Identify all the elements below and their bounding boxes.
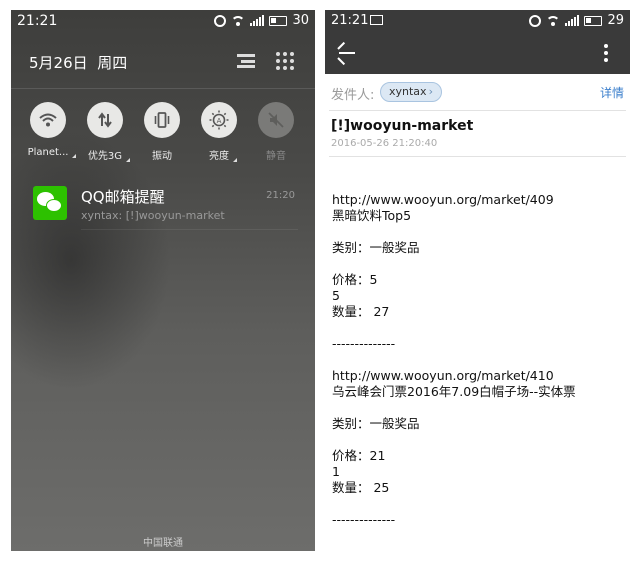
body-line	[332, 224, 622, 240]
carrier-label: 中国联通	[143, 538, 183, 549]
email-view: 21:21 29 发件人: xyntax › 详情 [!]wooyun-marke…	[325, 10, 630, 551]
wechat-icon	[33, 186, 67, 220]
divider	[329, 156, 626, 157]
body-line: http://www.wooyun.org/market/409	[332, 192, 554, 207]
status-bar: 21:21 30	[11, 10, 315, 34]
body-line: 1	[332, 464, 340, 479]
details-link[interactable]: 详情	[600, 84, 624, 101]
body-line: 数量： 25	[332, 480, 390, 495]
quick-toggles: Planet... 优先3G 振动 A 亮度 静音	[28, 102, 295, 162]
sender-label: 发件人:	[331, 88, 375, 103]
brightness-icon: A	[201, 102, 237, 138]
body-line: 数量： 27	[332, 304, 390, 319]
status-bar: 21:21 29	[325, 10, 630, 32]
body-line: 5	[332, 288, 340, 303]
toggle-vibrate[interactable]: 振动	[143, 102, 181, 162]
alarm-icon	[214, 14, 227, 27]
date-display: 5月26日 周四	[29, 52, 127, 73]
body-line: 乌云峰会门票2016年7.09白帽子场--实体票	[332, 384, 576, 399]
body-line: 类别：一般奖品	[332, 416, 420, 431]
body-line	[332, 320, 622, 336]
toggle-label: 优先3G	[88, 147, 131, 162]
battery-level: 30	[292, 13, 309, 28]
more-options-icon[interactable]	[604, 44, 608, 62]
data-transfer-icon	[87, 102, 123, 138]
wifi-icon	[30, 102, 66, 138]
battery-icon	[269, 15, 288, 26]
svg-text:A: A	[217, 117, 222, 125]
toggle-label: 亮度	[209, 147, 237, 162]
sender-row: 发件人: xyntax › 详情	[325, 74, 630, 110]
email-datetime: 2016-05-26 21:20:40	[331, 138, 438, 149]
notification-preview: xyntax: [!]wooyun-market	[81, 209, 225, 222]
body-line: 价格：5	[332, 272, 378, 287]
email-body: http://www.wooyun.org/market/409 黑暗饮料Top…	[332, 192, 622, 528]
menu-icon[interactable]	[237, 54, 255, 68]
notification-shade: 21:21 30 5月26日 周四 Planet... 优先3G 振动 A 亮度…	[11, 10, 315, 551]
signal-icon	[250, 15, 265, 26]
toggle-label: 振动	[152, 151, 172, 162]
body-line	[332, 256, 622, 272]
body-line: --------------	[332, 512, 396, 527]
body-line	[332, 400, 622, 416]
notification-item[interactable]: QQ邮箱提醒 xyntax: [!]wooyun-market 21:20	[11, 182, 315, 230]
body-line: 黑暗饮料Top5	[332, 208, 412, 223]
toggle-mobile-data[interactable]: 优先3G	[86, 102, 131, 162]
status-time: 21:21	[331, 13, 369, 28]
status-time: 21:21	[17, 13, 58, 29]
app-toolbar	[325, 32, 630, 74]
body-line	[332, 352, 622, 368]
notification-time: 21:20	[266, 190, 295, 201]
toggle-brightness[interactable]: A 亮度	[200, 102, 238, 162]
back-arrow-icon[interactable]	[337, 41, 357, 66]
battery-level: 29	[607, 13, 624, 28]
body-line	[332, 496, 622, 512]
battery-icon	[584, 15, 603, 26]
divider	[329, 110, 626, 111]
sender-chip[interactable]: xyntax ›	[380, 82, 442, 102]
divider	[81, 229, 298, 230]
apps-grid-icon[interactable]	[276, 52, 294, 70]
toggle-label: Planet...	[28, 147, 77, 158]
body-line: 价格：21	[332, 448, 386, 463]
wifi-icon	[231, 15, 246, 26]
vibrate-icon	[144, 102, 180, 138]
date-text: 5月26日	[29, 54, 88, 72]
signal-icon	[565, 15, 580, 26]
body-line: 类别：一般奖品	[332, 240, 420, 255]
body-line	[332, 432, 622, 448]
notification-title: QQ邮箱提醒	[81, 188, 165, 206]
image-icon	[370, 15, 383, 25]
body-line: --------------	[332, 336, 396, 351]
sender-name: xyntax	[389, 85, 427, 98]
email-subject: [!]wooyun-market	[331, 118, 474, 134]
alarm-icon	[529, 14, 542, 27]
wallpaper-shadow	[11, 130, 171, 390]
toggle-label: 静音	[266, 151, 286, 162]
wifi-icon	[546, 15, 561, 26]
toggle-wifi[interactable]: Planet...	[28, 102, 77, 162]
weekday-text: 周四	[97, 54, 128, 72]
mute-icon	[258, 102, 294, 138]
toggle-mute[interactable]: 静音	[257, 102, 295, 162]
divider	[11, 88, 315, 89]
chevron-right-icon: ›	[428, 85, 433, 98]
body-line: http://www.wooyun.org/market/410	[332, 368, 554, 383]
